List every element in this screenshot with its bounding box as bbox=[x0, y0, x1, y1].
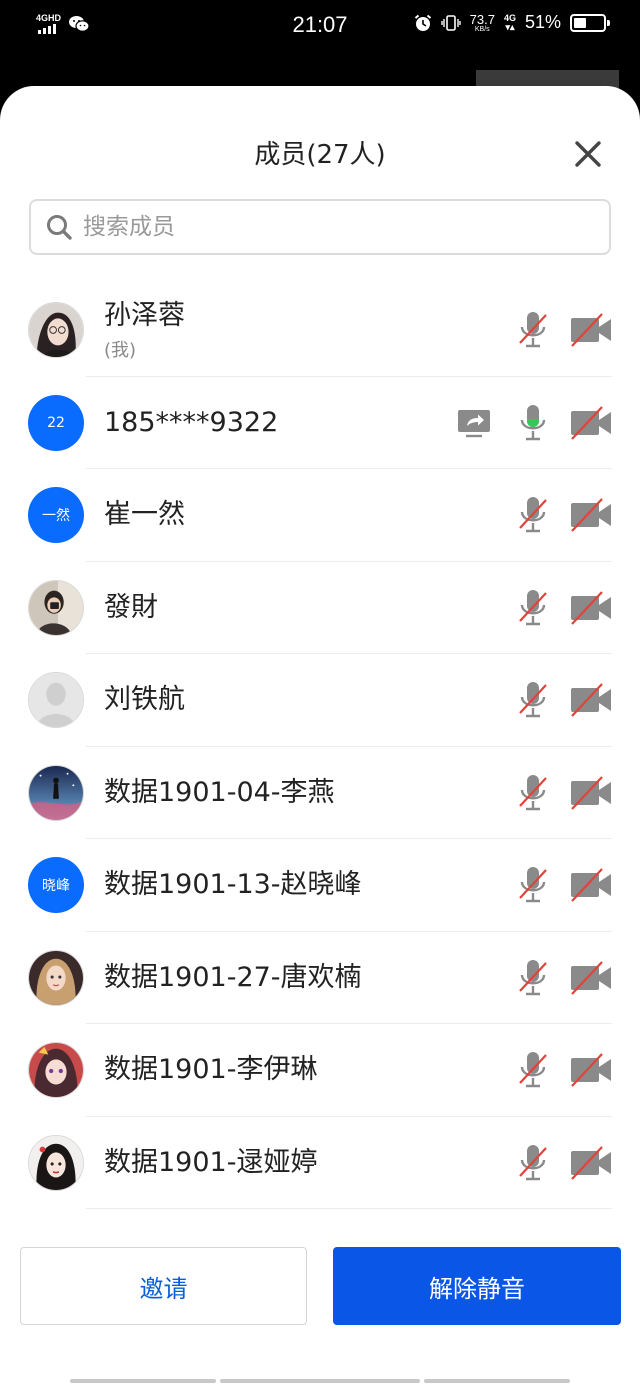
member-row[interactable]: 晓峰 数据1901-13-赵晓峰 bbox=[0, 839, 640, 932]
alarm-icon bbox=[414, 14, 431, 31]
avatar-photo-icon bbox=[29, 580, 83, 635]
mic-active-icon[interactable] bbox=[517, 403, 549, 443]
member-name: 185****9322 bbox=[104, 406, 279, 438]
network-4g-icon: 4G ▾▴ bbox=[503, 12, 516, 32]
avatar bbox=[28, 1042, 84, 1098]
avatar: 一然 bbox=[28, 487, 84, 543]
mic-muted-icon[interactable] bbox=[517, 1050, 549, 1090]
camera-off-icon[interactable] bbox=[569, 312, 613, 348]
avatar bbox=[28, 579, 84, 636]
avatar-photo-icon bbox=[29, 950, 83, 1005]
camera-off-icon[interactable] bbox=[569, 682, 613, 718]
member-row[interactable]: 22 185****9322 bbox=[0, 377, 640, 469]
screen-share-icon[interactable] bbox=[456, 407, 492, 439]
camera-off-icon[interactable] bbox=[569, 1145, 613, 1181]
unmute-all-button[interactable]: 解除静音 bbox=[333, 1247, 621, 1325]
avatar: 晓峰 bbox=[28, 857, 84, 913]
member-row[interactable]: 孙泽蓉 (我) bbox=[0, 284, 640, 377]
status-right: 73.7 KB/s 4G ▾▴ 51% bbox=[414, 11, 610, 33]
member-row[interactable]: 一然 崔一然 bbox=[0, 469, 640, 562]
mic-muted-icon[interactable] bbox=[517, 495, 549, 535]
camera-off-icon[interactable] bbox=[569, 405, 613, 441]
member-name: 孙泽蓉 bbox=[104, 300, 185, 331]
divider bbox=[86, 1208, 612, 1209]
mic-muted-icon[interactable] bbox=[517, 958, 549, 998]
member-name: 数据1901-李伊琳 bbox=[104, 1054, 318, 1085]
mic-muted-icon[interactable] bbox=[517, 1143, 549, 1183]
member-name: 数据1901-逯娅婷 bbox=[104, 1146, 318, 1178]
camera-off-icon[interactable] bbox=[569, 960, 613, 996]
member-row[interactable]: 数据1901-逯娅婷 bbox=[0, 1117, 640, 1209]
member-row[interactable]: 数据1901-04-李燕 bbox=[0, 747, 640, 839]
mic-muted-icon[interactable] bbox=[517, 773, 549, 813]
avatar-photo-icon bbox=[29, 1043, 83, 1097]
mic-muted-icon[interactable] bbox=[517, 865, 549, 905]
member-name: 数据1901-13-赵晓峰 bbox=[104, 869, 362, 900]
mic-muted-icon[interactable] bbox=[517, 310, 549, 350]
avatar bbox=[28, 302, 84, 358]
member-name: 崔一然 bbox=[104, 499, 185, 530]
member-self-tag: (我) bbox=[104, 340, 137, 361]
status-bar: 4GHD 21:07 73.7 KB/s 4G ▾▴ 51% bbox=[0, 0, 640, 52]
mic-muted-icon[interactable] bbox=[517, 680, 549, 720]
member-row[interactable]: 数据1901-27-唐欢楠 bbox=[0, 932, 640, 1024]
member-name: 数据1901-04-李燕 bbox=[104, 776, 335, 808]
member-row[interactable]: 数据1901-李伊琳 bbox=[0, 1024, 640, 1117]
vibrate-icon bbox=[440, 14, 461, 31]
camera-off-icon[interactable] bbox=[569, 497, 613, 533]
members-sheet: 成员(27人) 孙泽蓉 (我) bbox=[0, 86, 640, 1386]
camera-off-icon[interactable] bbox=[569, 590, 613, 626]
avatar bbox=[28, 764, 84, 821]
network-speed: 73.7 KB/s bbox=[469, 11, 495, 33]
gesture-bar-center bbox=[220, 1379, 420, 1383]
member-name: 發財 bbox=[104, 591, 158, 623]
close-icon[interactable] bbox=[570, 136, 606, 172]
sheet-title: 成员(27人) bbox=[254, 140, 386, 170]
battery-percent: 51% bbox=[524, 12, 561, 32]
avatar-photo-icon bbox=[29, 1135, 83, 1190]
battery-icon bbox=[570, 13, 610, 32]
search-input[interactable] bbox=[81, 213, 585, 241]
search-icon bbox=[47, 215, 72, 240]
member-row[interactable]: 刘铁航 bbox=[0, 654, 640, 747]
invite-button[interactable]: 邀请 bbox=[20, 1247, 307, 1325]
mic-muted-icon[interactable] bbox=[517, 588, 549, 628]
gesture-bar-left bbox=[70, 1379, 216, 1383]
default-person-icon bbox=[29, 673, 83, 727]
member-list: 孙泽蓉 (我) 22 185****9322 一然 崔一然 發財 刘铁航 数据1… bbox=[0, 284, 640, 1209]
member-row[interactable]: 發財 bbox=[0, 562, 640, 654]
search-box[interactable] bbox=[29, 199, 611, 255]
gesture-bar-right bbox=[424, 1379, 570, 1383]
camera-off-icon[interactable] bbox=[569, 775, 613, 811]
avatar-photo-icon bbox=[29, 303, 83, 357]
member-name: 刘铁航 bbox=[104, 684, 185, 715]
avatar-photo-icon bbox=[29, 765, 83, 820]
avatar bbox=[28, 1134, 84, 1191]
camera-off-icon[interactable] bbox=[569, 1052, 613, 1088]
avatar: 22 bbox=[28, 394, 84, 451]
member-name: 数据1901-27-唐欢楠 bbox=[104, 961, 362, 993]
avatar bbox=[28, 949, 84, 1006]
camera-off-icon[interactable] bbox=[569, 867, 613, 903]
avatar bbox=[28, 672, 84, 728]
